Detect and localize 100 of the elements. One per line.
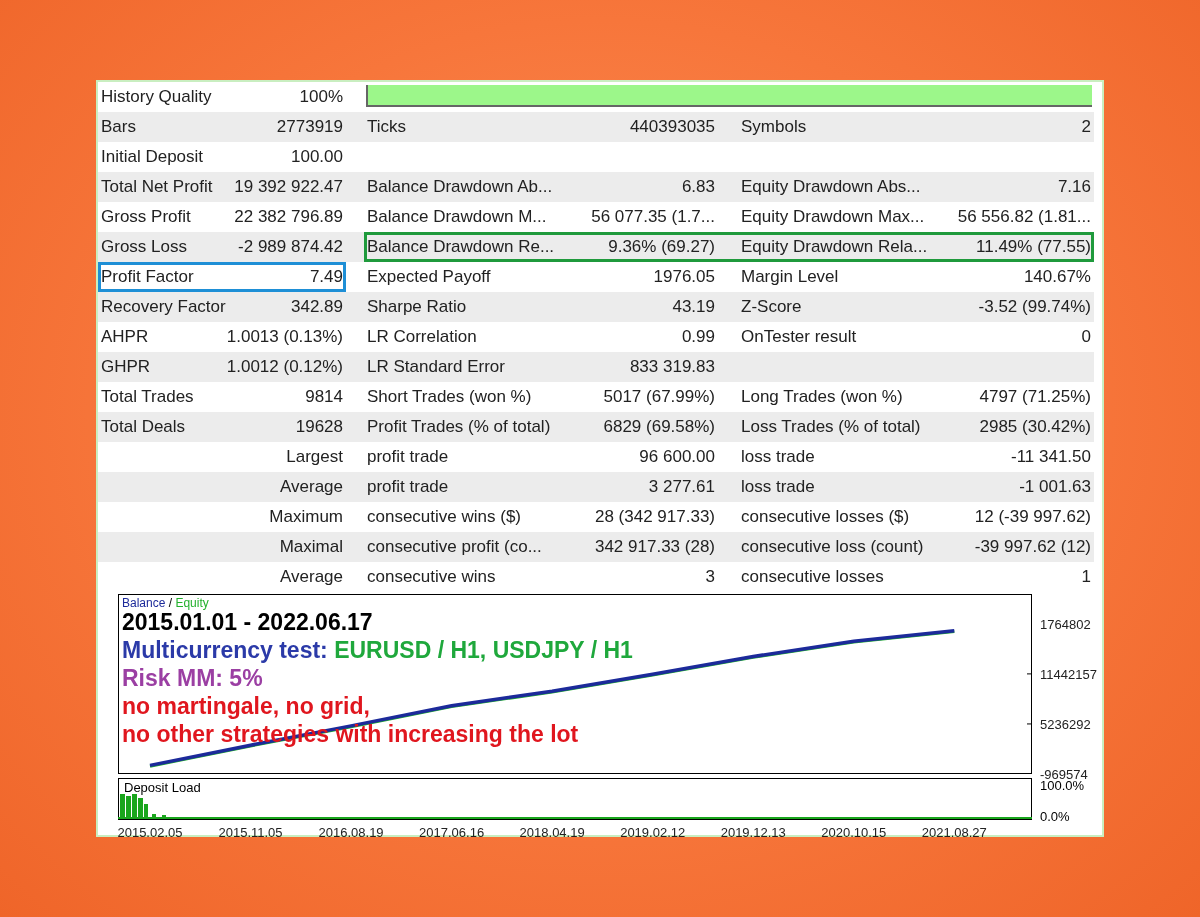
stat-label: Equity Drawdown Rela... <box>741 237 928 257</box>
axis-label: 2021.08.27 <box>921 825 987 840</box>
axis-label: 2020.10.15 <box>821 825 887 840</box>
stat-label: Short Trades (won %) <box>367 387 532 407</box>
stat-value: 4797 (71.25%) <box>979 387 1091 407</box>
stat-label: Recovery Factor <box>101 297 226 317</box>
axis-label: 2018.04.19 <box>519 825 585 840</box>
stat-value: 96 600.00 <box>639 447 715 467</box>
stat-label: Initial Deposit <box>101 147 204 167</box>
stat-value: 100.00 <box>291 147 343 167</box>
stat-value: -3.52 (99.74%) <box>978 297 1091 317</box>
stat-value: -11 341.50 <box>1010 447 1091 467</box>
stat-value: 3 <box>705 567 715 587</box>
axis-label: 2019.12.13 <box>720 825 786 840</box>
stat-value: Maximal <box>279 537 343 557</box>
stat-value: 1.0013 (0.13%) <box>226 327 343 347</box>
stat-label: Balance Drawdown Ab... <box>367 177 553 197</box>
axis-label: 2017.06.16 <box>419 825 485 840</box>
stat-label: Long Trades (won %) <box>741 387 903 407</box>
stat-label: LR Correlation <box>367 327 477 347</box>
stat-value: 0 <box>1081 327 1091 347</box>
stat-value: 1976.05 <box>653 267 715 287</box>
stat-label: consecutive profit (co... <box>367 537 542 557</box>
stat-value: Maximum <box>269 507 343 527</box>
stat-value: 7.49 <box>309 267 343 287</box>
stat-label: Profit Trades (% of total) <box>367 417 551 437</box>
stat-value: Average <box>280 567 343 587</box>
stat-value: 9.36% (69.27) <box>608 237 715 257</box>
stat-label: Margin Level <box>741 267 839 287</box>
stat-value: 140.67% <box>1023 267 1091 287</box>
stat-label: Loss Trades (% of total) <box>741 417 921 437</box>
stat-value: 19628 <box>295 417 343 437</box>
stat-label: LR Standard Error <box>367 357 505 377</box>
stat-label: Ticks <box>367 117 407 137</box>
stat-value: 6829 (69.58%) <box>603 417 715 437</box>
stat-value: 56 077.35 (1.7... <box>591 207 715 227</box>
stat-value: 2773919 <box>276 117 343 137</box>
axis-label: 2016.08.19 <box>318 825 384 840</box>
stat-value: -1 001.63 <box>1019 477 1091 497</box>
stat-label: Total Net Profit <box>101 177 213 197</box>
stat-label: consecutive losses <box>741 567 884 587</box>
stat-value: 100% <box>299 87 343 107</box>
axis-label: 5236292 <box>1040 716 1091 732</box>
axis-label: 2015.02.05 <box>117 825 183 840</box>
stat-label: loss trade <box>741 447 815 467</box>
stat-value: 1.0012 (0.12%) <box>226 357 343 377</box>
stat-label: profit trade <box>367 447 449 467</box>
stat-label: consecutive loss (count) <box>741 537 924 557</box>
axis-label: 2019.02.12 <box>620 825 686 840</box>
stat-value: 833 319.83 <box>629 357 715 377</box>
stat-label: Equity Drawdown Max... <box>741 207 925 227</box>
stat-label: profit trade <box>367 477 449 497</box>
stat-value: 2 <box>1081 117 1091 137</box>
axis-label: 0.0% <box>1040 809 1071 824</box>
stat-label: Z-Score <box>741 297 802 317</box>
stat-label: consecutive losses ($) <box>741 507 910 527</box>
stat-label: Equity Drawdown Abs... <box>741 177 921 197</box>
stat-label: Symbols <box>741 117 807 137</box>
stat-label: Sharpe Ratio <box>367 297 467 317</box>
stat-label: History Quality <box>101 87 212 107</box>
stat-label: Expected Payoff <box>367 267 491 287</box>
stat-label: GHPR <box>101 357 151 377</box>
stat-value: Average <box>280 477 343 497</box>
stat-label: Gross Profit <box>101 207 191 227</box>
stat-value: -39 997.62 (12) <box>974 537 1091 557</box>
stat-value: 5017 (67.99%) <box>603 387 715 407</box>
panel-title: Deposit Load <box>124 780 201 795</box>
stat-value: 19 392 922.47 <box>234 177 343 197</box>
stat-value: 6.83 <box>681 177 715 197</box>
stat-value: Largest <box>286 447 343 467</box>
stat-label: AHPR <box>101 327 149 347</box>
stat-value: 342 917.33 (28) <box>594 537 715 557</box>
stat-label: Balance Drawdown M... <box>367 207 547 227</box>
chart-legend: Balance / Equity <box>122 596 209 610</box>
chart-annotation: Multicurrency test: EURUSD / H1, USDJPY / H1 <box>122 636 633 664</box>
stat-value: 2985 (30.42%) <box>979 417 1091 437</box>
stat-label: OnTester result <box>741 327 857 347</box>
stat-value: 11.49% (77.55) <box>976 237 1091 257</box>
axis-label: 1764802 <box>1040 616 1091 632</box>
stat-value: 1 <box>1081 567 1091 587</box>
stat-value: 22 382 796.89 <box>234 207 343 227</box>
stat-value: 43.19 <box>672 297 715 317</box>
stat-value: 440393035 <box>629 117 715 137</box>
stat-label: Bars <box>101 117 136 137</box>
axis-label: 11442157 <box>1040 666 1097 682</box>
stat-label: Total Trades <box>101 387 194 407</box>
stat-value: -2 989 874.42 <box>238 237 343 257</box>
stat-label: Gross Loss <box>101 237 187 257</box>
stat-value: 0.99 <box>681 327 715 347</box>
stat-value: 12 (-39 997.62) <box>974 507 1091 527</box>
stat-label: consecutive wins ($) <box>367 507 521 527</box>
stat-value: 7.16 <box>1057 177 1091 197</box>
stat-value: 9814 <box>305 387 343 407</box>
chart-annotation: 2015.01.01 - 2022.06.17 <box>122 609 374 636</box>
chart-annotation: Risk MM: 5% <box>122 664 264 692</box>
stat-value: 28 (342 917.33) <box>594 507 715 527</box>
stat-label: loss trade <box>741 477 815 497</box>
stat-label: Balance Drawdown Re... <box>367 237 555 257</box>
axis-label: 2015.11.05 <box>218 825 283 840</box>
stat-label: consecutive wins <box>367 567 496 587</box>
